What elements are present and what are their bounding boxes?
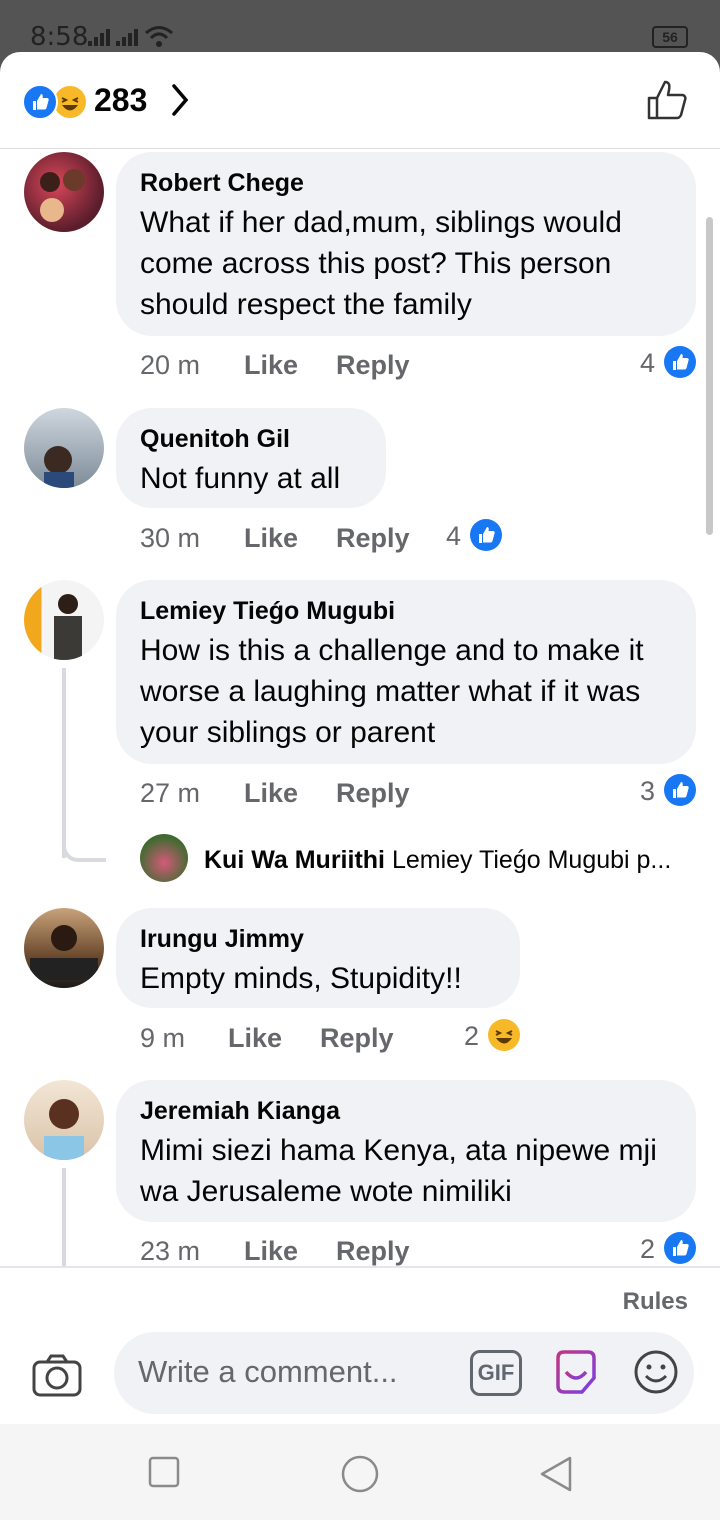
reply-link[interactable]: Reply xyxy=(336,350,410,381)
sticker-icon[interactable] xyxy=(552,1348,600,1396)
comment-input-placeholder[interactable]: Write a comment... xyxy=(138,1354,398,1390)
clock: 8:58 xyxy=(30,22,89,52)
comments-sheet: 283 Robert Chege What if her dad,mum, si… xyxy=(0,52,720,1424)
comment-bubble[interactable]: Lemiey Tieǵo Mugubi How is this a challe… xyxy=(116,580,696,764)
comment-author[interactable]: Quenitoh Gil xyxy=(140,426,362,452)
comment-author[interactable]: Lemiey Tieǵo Mugubi xyxy=(140,598,672,624)
avatar[interactable] xyxy=(140,834,188,882)
like-reaction-icon[interactable] xyxy=(664,1232,696,1264)
wifi-icon xyxy=(145,26,173,47)
avatar[interactable] xyxy=(24,408,104,488)
home-icon[interactable] xyxy=(340,1454,380,1494)
emoji-icon[interactable] xyxy=(632,1348,680,1396)
comment-time: 27 m xyxy=(140,778,201,808)
like-link[interactable]: Like xyxy=(244,523,298,554)
reply-link[interactable]: Reply xyxy=(320,1023,394,1054)
comment-bubble[interactable]: Robert Chege What if her dad,mum, siblin… xyxy=(116,152,696,336)
avatar[interactable] xyxy=(24,580,104,660)
signal-icon xyxy=(88,29,110,46)
comment-text: Not funny at all xyxy=(140,462,341,495)
camera-icon[interactable] xyxy=(32,1354,82,1398)
like-reaction-icon[interactable] xyxy=(664,346,696,378)
comment-text: How is this a challenge and to make it w… xyxy=(140,634,644,749)
reply-preview[interactable]: Kui Wa Muriithi Lemiey Tieǵo Mugubi p... xyxy=(204,846,671,875)
comment-bubble[interactable]: Irungu Jimmy Empty minds, Stupidity!! xyxy=(116,908,520,1008)
thread-line xyxy=(62,1168,66,1268)
reply-link[interactable]: Reply xyxy=(336,1236,410,1267)
battery-indicator: 56 xyxy=(652,26,688,48)
comment-composer: Rules Write a comment... GIF xyxy=(0,1266,720,1424)
thread-line xyxy=(62,668,66,858)
avatar[interactable] xyxy=(24,152,104,232)
reaction-count[interactable]: 2 xyxy=(464,1021,479,1052)
haha-reaction-icon[interactable] xyxy=(488,1019,520,1051)
comment-input[interactable]: Write a comment... GIF xyxy=(114,1332,694,1414)
comment-author[interactable]: Irungu Jimmy xyxy=(140,926,496,952)
reaction-count[interactable]: 4 xyxy=(640,348,655,379)
scrollbar[interactable] xyxy=(706,217,713,535)
reply-link[interactable]: Reply xyxy=(336,778,410,809)
reply-author[interactable]: Kui Wa Muriithi xyxy=(204,846,385,874)
like-link[interactable]: Like xyxy=(244,1236,298,1267)
like-reaction-icon xyxy=(22,84,58,120)
avatar[interactable] xyxy=(24,1080,104,1160)
system-nav-bar xyxy=(0,1424,720,1520)
comment-time: 30 m xyxy=(140,523,201,553)
comment-text: Mimi siezi hama Kenya, ata nipewe mji wa… xyxy=(140,1134,657,1208)
reply-text: Lemiey Tieǵo Mugubi p... xyxy=(391,846,672,874)
reply-link[interactable]: Reply xyxy=(336,523,410,554)
signal-icon-2 xyxy=(116,29,138,46)
comment-text: Empty minds, Stupidity!! xyxy=(140,962,462,995)
gif-button[interactable]: GIF xyxy=(470,1350,522,1396)
comment-time: 20 m xyxy=(140,350,201,380)
like-link[interactable]: Like xyxy=(228,1023,282,1054)
like-link[interactable]: Like xyxy=(244,350,298,381)
reactions-header: 283 xyxy=(0,52,720,149)
like-link[interactable]: Like xyxy=(244,778,298,809)
comment-text: What if her dad,mum, siblings would come… xyxy=(140,206,622,321)
like-reaction-icon[interactable] xyxy=(664,774,696,806)
comment-author[interactable]: Jeremiah Kianga xyxy=(140,1098,672,1124)
comment-time: 23 m xyxy=(140,1236,201,1266)
recents-icon[interactable] xyxy=(148,1456,180,1488)
like-post-icon[interactable] xyxy=(646,78,690,122)
comment-time: 9 m xyxy=(140,1023,186,1053)
avatar[interactable] xyxy=(24,908,104,988)
like-reaction-icon[interactable] xyxy=(470,519,502,551)
thread-connector xyxy=(62,832,106,862)
comment-author[interactable]: Robert Chege xyxy=(140,170,672,196)
back-icon[interactable] xyxy=(538,1454,574,1494)
reaction-count[interactable]: 2 xyxy=(640,1234,655,1265)
comment-bubble[interactable]: Jeremiah Kianga Mimi siezi hama Kenya, a… xyxy=(116,1080,696,1222)
chevron-right-icon[interactable] xyxy=(168,82,192,118)
comment-bubble[interactable]: Quenitoh Gil Not funny at all xyxy=(116,408,386,508)
reaction-count[interactable]: 4 xyxy=(446,521,461,552)
rules-link[interactable]: Rules xyxy=(623,1288,688,1316)
reaction-count[interactable]: 3 xyxy=(640,776,655,807)
reaction-count[interactable]: 283 xyxy=(94,82,147,119)
